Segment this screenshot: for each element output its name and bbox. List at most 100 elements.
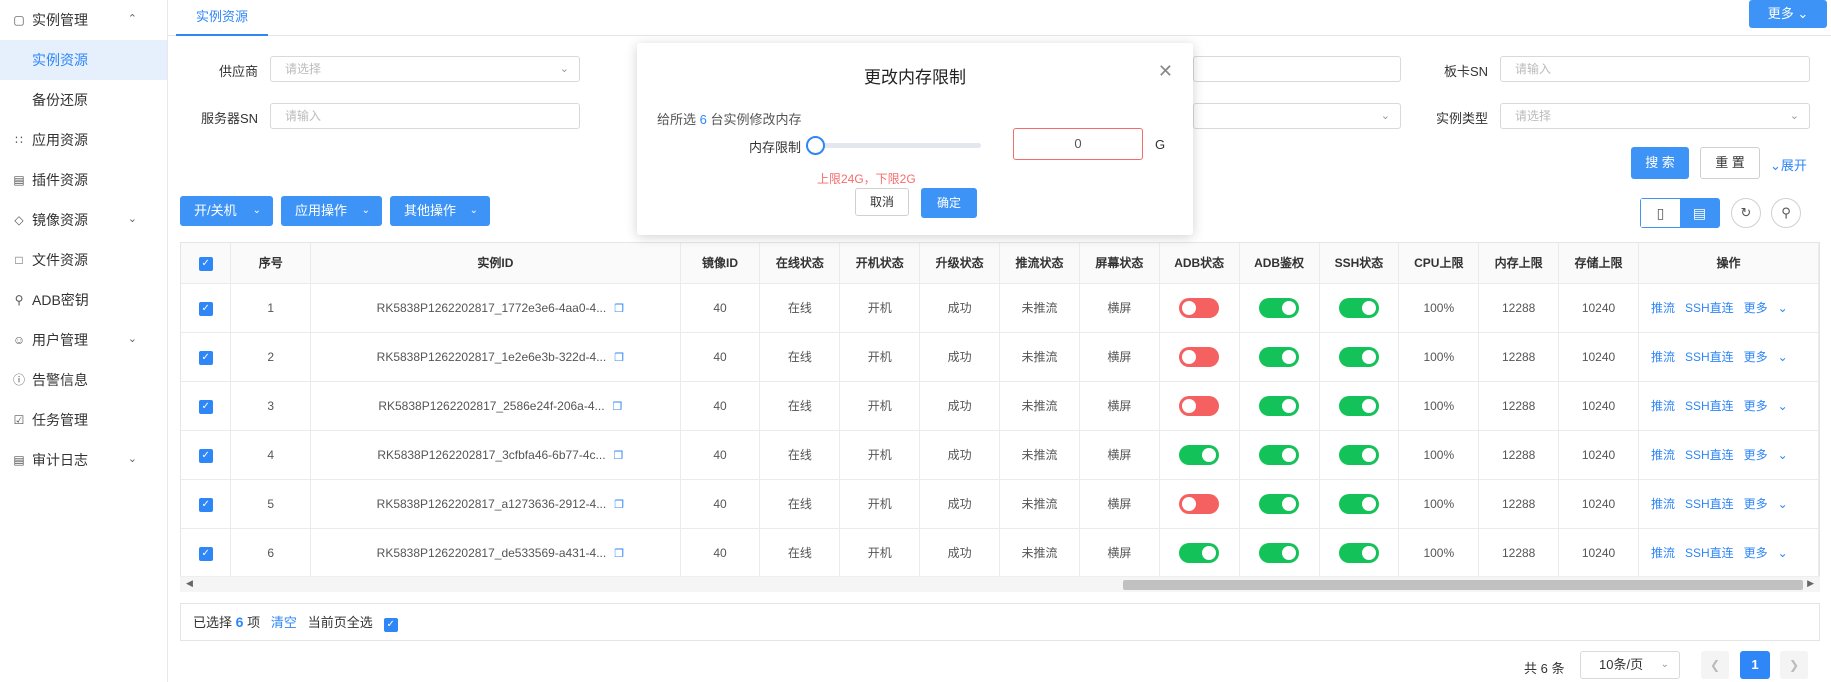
row-checkbox-cell[interactable]: ✓ <box>181 283 232 333</box>
list-view-icon[interactable]: ▤ <box>1680 199 1719 227</box>
adb-auth-switch[interactable] <box>1259 542 1300 563</box>
ssh-switch[interactable] <box>1338 297 1379 318</box>
ssh-switch[interactable] <box>1338 444 1379 465</box>
sidebar-item-apps[interactable]: ∷ 应用资源 <box>0 120 167 160</box>
row-checkbox-cell[interactable]: ✓ <box>181 479 232 529</box>
ssh-switch[interactable] <box>1338 395 1379 416</box>
ssh-connect-link[interactable]: SSH直连 <box>1685 497 1734 511</box>
copy-icon[interactable]: ❐ <box>614 548 624 560</box>
hidden-filter-input-1[interactable] <box>1193 56 1401 82</box>
sidebar-item-backup-restore[interactable]: 备份还原 <box>0 80 167 120</box>
stream-link[interactable]: 推流 <box>1651 546 1675 560</box>
adb-auth-switch[interactable] <box>1259 346 1300 367</box>
chevron-down-icon[interactable]: ⌄ <box>1778 448 1788 462</box>
copy-icon[interactable]: ❐ <box>614 352 624 364</box>
adb-switch[interactable] <box>1179 346 1220 367</box>
select-page-checkbox[interactable]: ✓ <box>383 618 398 632</box>
copy-icon[interactable]: ❐ <box>614 450 624 462</box>
copy-icon[interactable]: ❐ <box>614 303 624 315</box>
refresh-icon[interactable]: ↻ <box>1731 198 1761 228</box>
confirm-button[interactable]: 确定 <box>921 188 977 218</box>
sidebar-item-audit-log[interactable]: ▤ 审计日志 ⌄ <box>0 440 167 480</box>
row-checkbox-cell[interactable]: ✓ <box>181 332 232 382</box>
sidebar-item-alerts[interactable]: ⓘ 告警信息 <box>0 360 167 400</box>
reset-button[interactable]: 重 置 <box>1700 147 1760 179</box>
ssh-connect-link[interactable]: SSH直连 <box>1685 546 1734 560</box>
chevron-down-icon[interactable]: ⌄ <box>1778 399 1788 413</box>
cancel-button[interactable]: 取消 <box>855 188 909 216</box>
sidebar-item-files[interactable]: □ 文件资源 <box>0 240 167 280</box>
memory-slider-handle[interactable] <box>806 136 825 155</box>
row-more-link[interactable]: 更多 <box>1744 301 1768 315</box>
row-more-link[interactable]: 更多 <box>1744 399 1768 413</box>
sidebar-item-tasks[interactable]: ☑ 任务管理 <box>0 400 167 440</box>
page-current[interactable]: 1 <box>1740 651 1770 679</box>
stream-link[interactable]: 推流 <box>1651 301 1675 315</box>
other-ops-button[interactable]: 其他操作 ⌄ <box>390 196 490 226</box>
next-page-icon[interactable]: ❯ <box>1780 651 1808 679</box>
row-checkbox[interactable]: ✓ <box>198 546 213 561</box>
close-icon[interactable]: ✕ <box>1158 61 1173 82</box>
ssh-connect-link[interactable]: SSH直连 <box>1685 448 1734 462</box>
horizontal-scrollbar[interactable]: ◀ ▶ <box>180 576 1820 592</box>
chevron-down-icon[interactable]: ⌄ <box>1778 301 1788 315</box>
copy-icon[interactable]: ❐ <box>614 499 624 511</box>
ssh-connect-link[interactable]: SSH直连 <box>1685 301 1734 315</box>
search-button[interactable]: 搜 索 <box>1631 147 1689 179</box>
row-checkbox[interactable]: ✓ <box>198 301 213 316</box>
app-ops-button[interactable]: 应用操作 ⌄ <box>281 196 382 226</box>
adb-switch[interactable] <box>1179 297 1220 318</box>
ssh-connect-link[interactable]: SSH直连 <box>1685 350 1734 364</box>
adb-auth-switch[interactable] <box>1259 297 1300 318</box>
server-sn-input[interactable]: 请输入 <box>270 103 580 129</box>
stream-link[interactable]: 推流 <box>1651 497 1675 511</box>
sidebar-item-adb-keys[interactable]: ⚲ ADB密钥 <box>0 280 167 320</box>
sidebar-item-plugins[interactable]: ▤ 插件资源 <box>0 160 167 200</box>
stream-link[interactable]: 推流 <box>1651 399 1675 413</box>
adb-auth-switch[interactable] <box>1259 444 1300 465</box>
instance-type-select[interactable]: 请选择 ⌄ <box>1500 103 1810 129</box>
select-all-checkbox[interactable]: ✓ <box>181 243 232 284</box>
row-more-link[interactable]: 更多 <box>1744 350 1768 364</box>
hidden-filter-select-2[interactable]: ⌄ <box>1193 103 1401 129</box>
sidebar-group-instance[interactable]: ▢ 实例管理 ⌃ <box>0 0 167 40</box>
stream-link[interactable]: 推流 <box>1651 448 1675 462</box>
adb-switch[interactable] <box>1179 395 1220 416</box>
phone-view-icon[interactable]: ▯ <box>1641 199 1680 227</box>
chevron-down-icon[interactable]: ⌄ <box>1778 350 1788 364</box>
board-sn-input[interactable]: 请输入 <box>1500 56 1810 82</box>
row-checkbox-cell[interactable]: ✓ <box>181 381 232 431</box>
clear-selection-link[interactable]: 清空 <box>271 615 297 630</box>
adb-switch[interactable] <box>1179 542 1220 563</box>
sidebar-item-users[interactable]: ☺ 用户管理 ⌄ <box>0 320 167 360</box>
sidebar-item-images[interactable]: ◇ 镜像资源 ⌄ <box>0 200 167 240</box>
copy-icon[interactable]: ❐ <box>613 401 623 413</box>
ssh-connect-link[interactable]: SSH直连 <box>1685 399 1734 413</box>
row-more-link[interactable]: 更多 <box>1744 448 1768 462</box>
row-checkbox[interactable]: ✓ <box>198 497 213 512</box>
row-checkbox[interactable]: ✓ <box>198 399 213 414</box>
ssh-switch[interactable] <box>1338 542 1379 563</box>
adb-switch[interactable] <box>1179 493 1220 514</box>
prev-page-icon[interactable]: ❮ <box>1701 651 1729 679</box>
adb-auth-switch[interactable] <box>1259 395 1300 416</box>
scroll-left-icon[interactable]: ◀ <box>186 578 193 589</box>
memory-value-input[interactable]: 0 <box>1013 128 1143 160</box>
vendor-select[interactable]: 请选择 ⌄ <box>270 56 580 82</box>
row-more-link[interactable]: 更多 <box>1744 546 1768 560</box>
row-checkbox[interactable]: ✓ <box>198 350 213 365</box>
power-menu-button[interactable]: 开/关机 ⌄ <box>180 196 273 226</box>
ssh-switch[interactable] <box>1338 346 1379 367</box>
scroll-right-icon[interactable]: ▶ <box>1807 578 1814 589</box>
adb-switch[interactable] <box>1179 444 1220 465</box>
scrollbar-thumb[interactable] <box>1123 580 1803 590</box>
row-more-link[interactable]: 更多 <box>1744 497 1768 511</box>
ssh-switch[interactable] <box>1338 493 1379 514</box>
page-size-select[interactable]: 10条/页 ⌄ <box>1580 651 1680 679</box>
memory-slider-track[interactable] <box>815 143 981 148</box>
row-checkbox-cell[interactable]: ✓ <box>181 430 232 480</box>
tab-instance-resources[interactable]: 实例资源 <box>176 0 268 36</box>
row-checkbox[interactable]: ✓ <box>198 448 213 463</box>
search-icon[interactable]: ⚲ <box>1771 198 1801 228</box>
expand-toggle[interactable]: ⌄展开 <box>1770 155 1807 174</box>
